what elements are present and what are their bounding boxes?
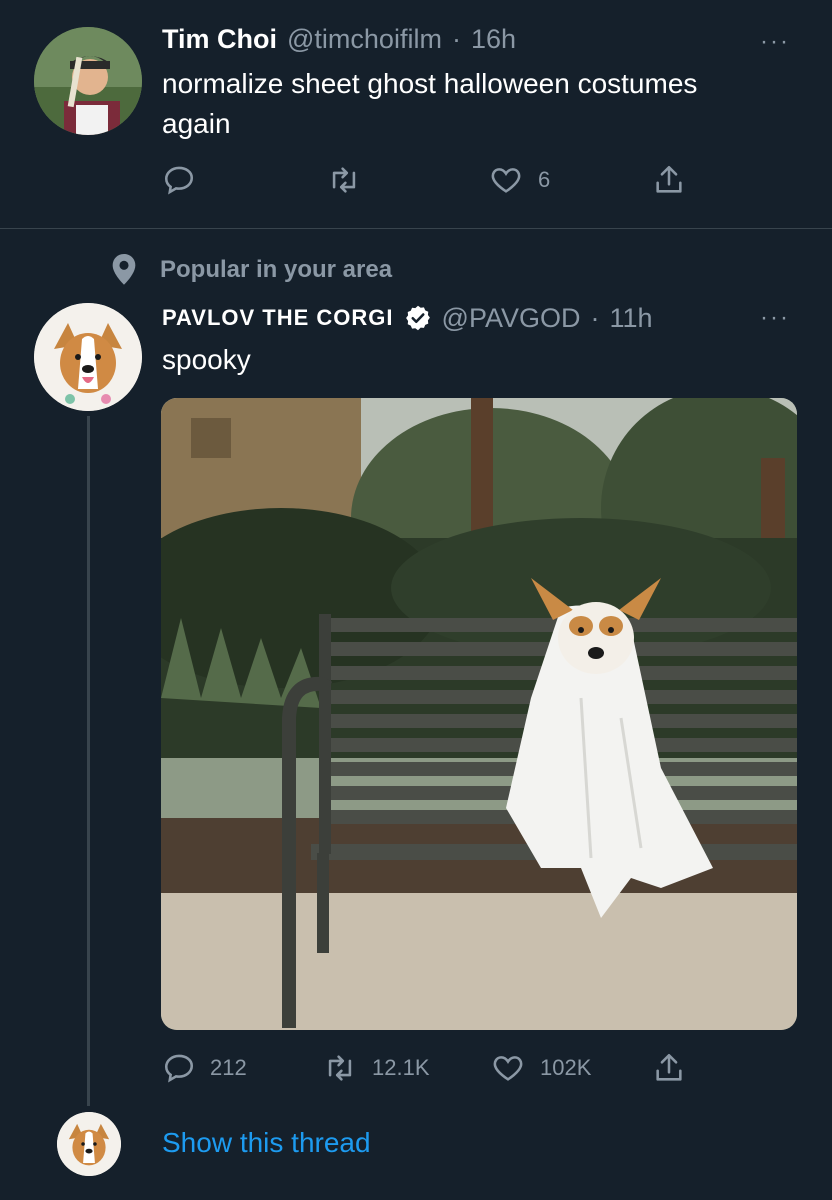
tweet-text-line: normalize sheet ghost halloween costumes (162, 68, 698, 99)
tweet-media[interactable] (161, 398, 797, 1030)
thread-line (87, 416, 90, 1106)
reply-icon (164, 1054, 194, 1083)
retweet-button[interactable] (326, 163, 362, 197)
display-name[interactable]: Tim Choi (162, 24, 277, 55)
retweet-icon (332, 167, 356, 193)
tweet-text: normalize sheet ghost halloween costumes… (162, 64, 802, 144)
share-icon (656, 165, 682, 193)
action-bar: 6 (162, 163, 702, 201)
action-bar: 212 12.1K 102K (162, 1051, 702, 1089)
more-options-button[interactable]: ··· (760, 28, 790, 56)
separator: · (451, 24, 461, 54)
more-options-button[interactable]: ··· (760, 304, 790, 332)
reply-count: 212 (210, 1055, 247, 1080)
retweet-count: 12.1K (372, 1055, 430, 1080)
display-name[interactable]: PAVLOV THE CORGI (162, 305, 394, 331)
handle[interactable]: @PAVGOD (442, 303, 581, 334)
social-context-label: Popular in your area (160, 256, 393, 283)
retweet-button[interactable]: 12.1K (322, 1051, 430, 1085)
avatar-image (34, 27, 142, 135)
reply-button[interactable] (162, 163, 196, 197)
share-icon (656, 1053, 682, 1081)
location-pin-icon (112, 254, 136, 285)
retweet-icon (328, 1055, 352, 1081)
like-count: 102K (540, 1055, 592, 1080)
tweet-text-line: again (162, 108, 231, 139)
avatar-image (34, 303, 142, 411)
heart-icon (493, 1056, 523, 1081)
share-button[interactable] (652, 1051, 686, 1085)
tweet2-header: PAVLOV THE CORGI @PAVGOD · 11h (162, 300, 653, 336)
divider (0, 228, 832, 229)
avatar-small[interactable] (57, 1112, 121, 1176)
timestamp[interactable]: 16h (471, 24, 516, 55)
social-context: Popular in your area (108, 252, 392, 288)
separator: · (590, 302, 600, 333)
tweet1-header: Tim Choi @timchoifilm · 16h (162, 24, 516, 60)
heart-icon (491, 168, 521, 193)
like-count: 6 (538, 167, 551, 192)
avatar[interactable] (34, 303, 142, 411)
photo-corgi-ghost-bench (161, 398, 797, 1030)
like-button[interactable]: 6 (488, 163, 550, 197)
timestamp[interactable]: 11h (609, 303, 652, 334)
tweet-text: spooky (162, 344, 251, 375)
handle[interactable]: @timchoifilm (287, 24, 442, 55)
like-button[interactable]: 102K (490, 1051, 591, 1085)
show-thread-link[interactable]: Show this thread (162, 1127, 371, 1159)
reply-icon (164, 166, 194, 195)
avatar-image (57, 1112, 121, 1176)
reply-button[interactable]: 212 (162, 1051, 247, 1085)
avatar[interactable] (34, 27, 142, 135)
verified-badge-icon (405, 305, 430, 331)
share-button[interactable] (652, 163, 686, 197)
